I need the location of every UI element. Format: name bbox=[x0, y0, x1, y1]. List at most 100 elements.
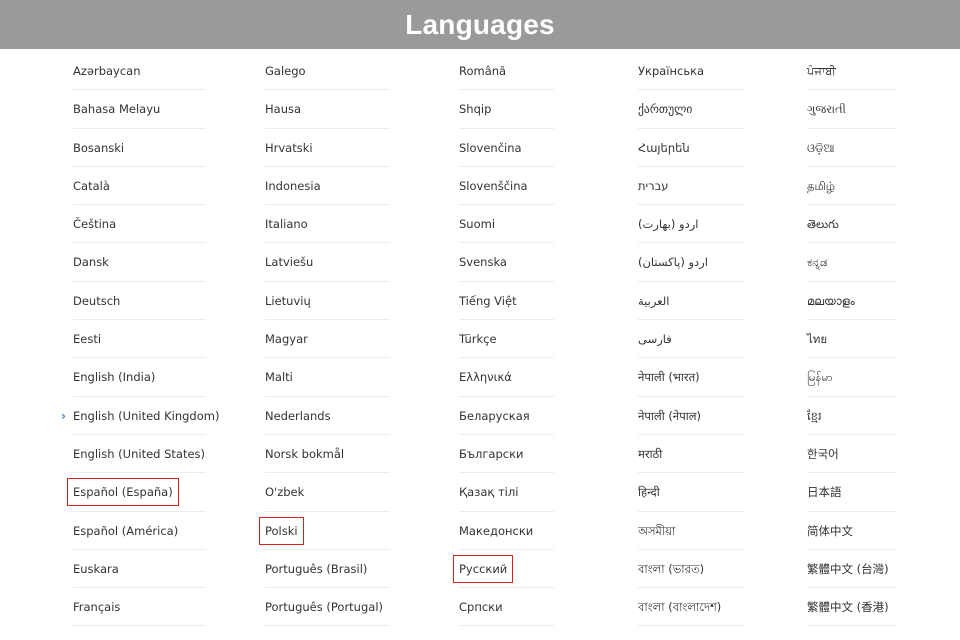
language-option[interactable]: Lietuvių bbox=[265, 282, 390, 321]
language-option-label: Беларуская bbox=[459, 408, 530, 423]
language-option[interactable]: Français bbox=[73, 588, 206, 627]
language-option[interactable]: ქართული bbox=[638, 90, 744, 129]
language-option-label: বাংলা (বাংলাদেশ) bbox=[638, 600, 722, 615]
language-option[interactable]: Dansk bbox=[73, 243, 206, 283]
language-option[interactable]: Română bbox=[459, 52, 554, 91]
language-option[interactable]: Azərbaycan bbox=[73, 52, 206, 91]
language-option[interactable]: தமிழ் bbox=[807, 167, 897, 206]
language-option[interactable]: 繁體中文 (香港) bbox=[807, 588, 897, 627]
language-option-label: Македонски bbox=[459, 523, 534, 538]
language-option-label: Български bbox=[459, 446, 524, 461]
language-option[interactable]: Հայերեն bbox=[638, 129, 744, 168]
language-option[interactable]: नेपाली (भारत) bbox=[638, 358, 744, 397]
language-option[interactable]: اردو (بھارت) bbox=[638, 205, 744, 244]
language-option[interactable]: Hrvatski bbox=[265, 129, 390, 168]
language-option[interactable]: Malti bbox=[265, 358, 390, 397]
language-option[interactable]: മലയാളം bbox=[807, 282, 897, 321]
language-option[interactable]: Русский bbox=[452, 550, 554, 589]
language-option[interactable]: Català bbox=[73, 167, 206, 206]
chevron-right-icon: › bbox=[61, 408, 66, 423]
language-grid: Azərbaycan Bahasa Melayu Bosanski Català Češ… bbox=[0, 49, 960, 640]
language-option[interactable]: Italiano bbox=[265, 205, 390, 244]
language-option[interactable]: فارسی bbox=[638, 320, 744, 359]
language-option-label: Deutsch bbox=[73, 293, 121, 308]
language-option[interactable]: Hausa bbox=[265, 90, 390, 129]
language-option-label: اردو (بھارت) bbox=[638, 217, 699, 232]
language-option-label: မြန်မာ bbox=[807, 370, 833, 385]
language-option-label: Русский bbox=[452, 554, 514, 583]
language-option[interactable]: Suomi bbox=[459, 205, 554, 244]
language-option[interactable]: Slovenščina bbox=[459, 167, 554, 206]
language-option[interactable]: O'zbek bbox=[265, 473, 390, 512]
language-option[interactable]: 繁體中文 (台灣) bbox=[807, 550, 897, 589]
language-option-label: Nederlands bbox=[265, 408, 331, 423]
language-option[interactable]: Español (España) bbox=[67, 473, 206, 512]
language-option-label: Magyar bbox=[265, 332, 308, 347]
language-option[interactable]: বাংলা (ভারত) bbox=[638, 550, 744, 589]
language-option[interactable]: Bosanski bbox=[73, 129, 206, 168]
language-option[interactable]: Türkçe bbox=[459, 320, 554, 359]
language-option[interactable]: English (United States) bbox=[73, 435, 206, 474]
language-option-label: ਪੰਜਾਬੀ bbox=[807, 64, 836, 78]
language-option[interactable]: English (India) bbox=[73, 358, 206, 397]
language-column-3: Română Shqip Slovenčina Slovenščina Suomi Sve… bbox=[452, 52, 554, 627]
language-option[interactable]: Galego bbox=[265, 52, 390, 91]
language-option[interactable]: Српски bbox=[459, 588, 554, 627]
language-option-label: English (United States) bbox=[73, 446, 206, 461]
language-option[interactable]: Bahasa Melayu bbox=[73, 90, 206, 129]
language-option-label: Hrvatski bbox=[265, 140, 313, 155]
language-option[interactable]: मराठी bbox=[638, 435, 744, 474]
language-option[interactable]: ଓଡ଼ିଆ bbox=[807, 129, 897, 168]
language-option[interactable]: اردو (پاکستان) bbox=[638, 243, 744, 283]
language-option[interactable]: Euskara bbox=[73, 550, 206, 589]
language-option[interactable]: नेपाली (नेपाल) bbox=[638, 397, 744, 436]
language-option[interactable]: Slovenčina bbox=[459, 129, 554, 168]
language-option[interactable]: Ελληνικά bbox=[459, 358, 554, 397]
language-option-label: Italiano bbox=[265, 217, 308, 232]
language-option[interactable]: हिन्दी bbox=[638, 473, 744, 512]
language-option[interactable]: ಕನ್ನಡ bbox=[807, 243, 897, 283]
language-option[interactable]: العربية bbox=[638, 282, 744, 321]
language-option-label: Slovenčina bbox=[459, 140, 522, 155]
language-option[interactable]: తెలుగు bbox=[807, 205, 897, 244]
language-option-label: বাংলা (ভারত) bbox=[638, 561, 705, 576]
language-option[interactable]: Shqip bbox=[459, 90, 554, 129]
language-option[interactable]: Português (Portugal) bbox=[265, 588, 390, 627]
language-option[interactable]: 日本語 bbox=[807, 473, 897, 512]
language-option[interactable]: Svenska bbox=[459, 243, 554, 283]
language-option[interactable]: 简体中文 bbox=[807, 512, 897, 551]
language-option[interactable]: ខ្មែរ bbox=[807, 397, 897, 436]
language-option[interactable]: Tiếng Việt bbox=[459, 282, 554, 321]
language-option[interactable]: Македонски bbox=[459, 512, 554, 551]
language-option[interactable]: Nederlands bbox=[265, 397, 390, 436]
language-option-label: Euskara bbox=[73, 561, 119, 576]
language-option-label: ಕನ್ನಡ bbox=[807, 255, 828, 270]
language-option[interactable]: Latviešu bbox=[265, 243, 390, 283]
language-option[interactable]: ગુજરાતી bbox=[807, 90, 897, 129]
language-option[interactable]: Español (América) bbox=[73, 512, 206, 551]
language-option[interactable]: Polski bbox=[259, 512, 390, 551]
language-option[interactable]: Norsk bokmål bbox=[265, 435, 390, 474]
language-option[interactable]: › English (United Kingdom) bbox=[61, 397, 219, 436]
language-option[interactable]: Indonesia bbox=[265, 167, 390, 206]
language-option[interactable]: বাংলা (বাংলাদেশ) bbox=[638, 588, 744, 627]
language-option[interactable]: ไทย bbox=[807, 320, 897, 359]
language-option[interactable]: Български bbox=[459, 435, 554, 474]
language-option[interactable]: Português (Brasil) bbox=[265, 550, 390, 589]
language-option[interactable]: Eesti bbox=[73, 320, 206, 359]
language-option-label: فارسی bbox=[638, 332, 672, 347]
language-option[interactable]: Қазақ тілі bbox=[459, 473, 554, 512]
language-option[interactable]: Беларуская bbox=[459, 397, 554, 436]
language-option[interactable]: ਪੰਜਾਬੀ bbox=[807, 52, 897, 91]
language-option[interactable]: မြန်မာ bbox=[807, 358, 897, 397]
language-option[interactable]: Deutsch bbox=[73, 282, 206, 321]
language-option[interactable]: অসমীয়া bbox=[638, 512, 744, 551]
language-option-label: Hausa bbox=[265, 102, 302, 117]
language-option[interactable]: Українська bbox=[638, 52, 744, 91]
language-option[interactable]: Čeština bbox=[73, 205, 206, 244]
language-option-label: Română bbox=[459, 64, 507, 78]
language-option-label: اردو (پاکستان) bbox=[638, 255, 708, 270]
language-option[interactable]: 한국어 bbox=[807, 435, 897, 474]
language-option[interactable]: Magyar bbox=[265, 320, 390, 359]
language-option[interactable]: עברית bbox=[638, 167, 744, 206]
